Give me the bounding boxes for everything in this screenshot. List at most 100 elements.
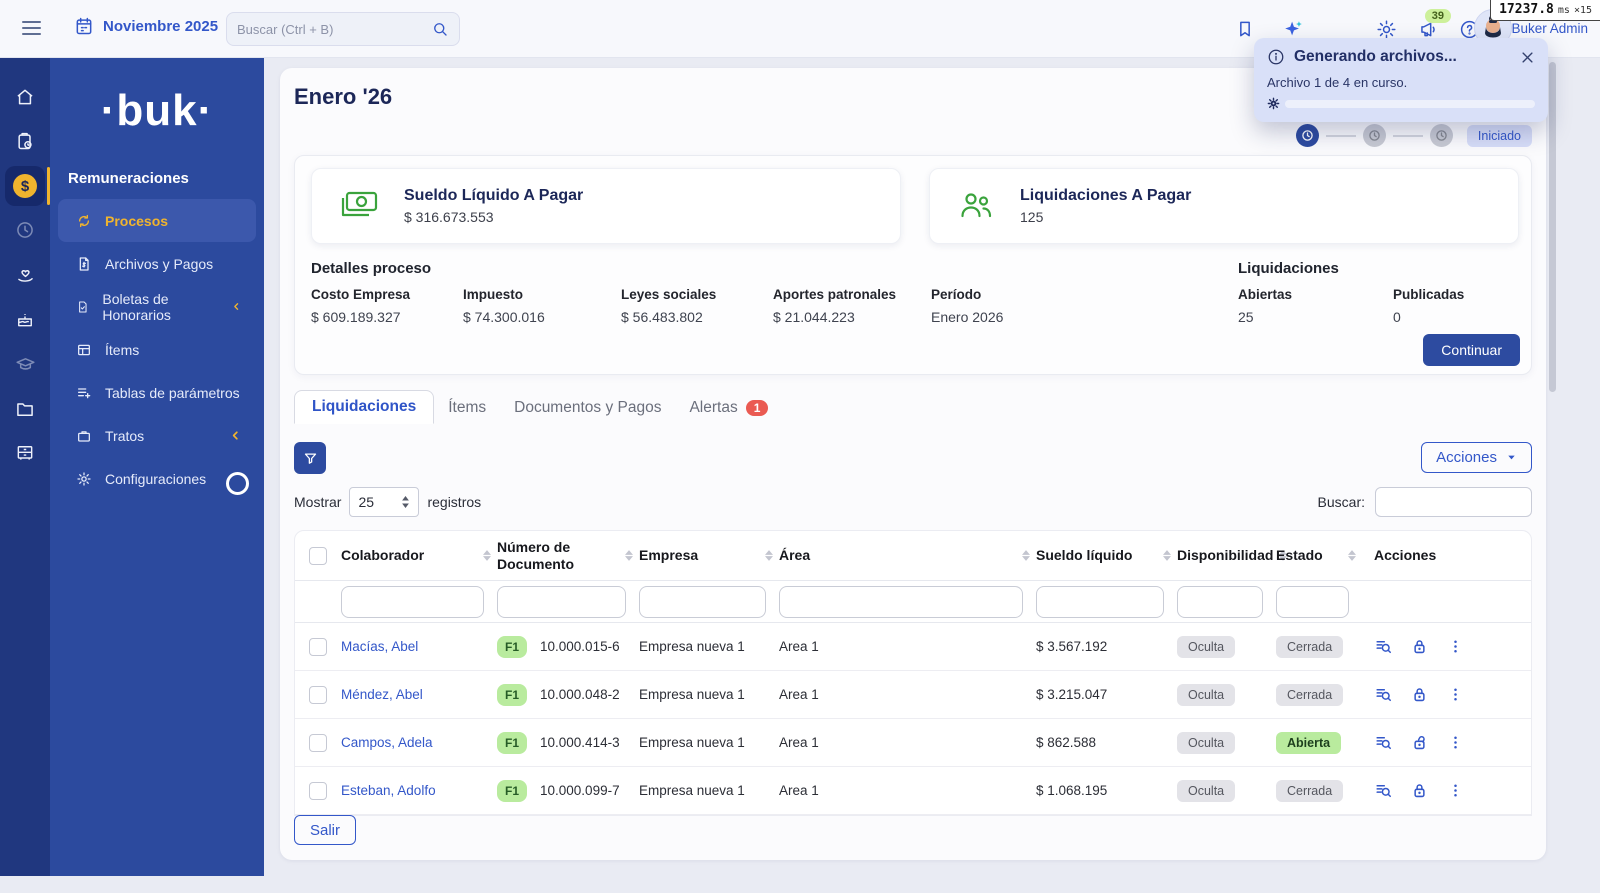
view-details-icon[interactable] [1374, 685, 1393, 704]
kebab-menu-icon[interactable] [1446, 637, 1465, 656]
remunerations-dollar-icon[interactable]: $ [5, 166, 45, 206]
organization-cabinet-icon[interactable] [5, 433, 45, 473]
sidebar-item-label: Tratos [105, 427, 145, 444]
collaborator-link[interactable]: Campos, Adela [341, 735, 433, 750]
kebab-menu-icon[interactable] [1446, 685, 1465, 704]
time-clock-icon[interactable] [5, 210, 45, 250]
global-search[interactable] [226, 12, 460, 46]
col-area[interactable]: Área [779, 547, 1036, 563]
sort-icon[interactable] [1348, 550, 1356, 561]
sidebar-item-items[interactable]: Ítems [58, 328, 256, 371]
col-sueldo-liquido[interactable]: Sueldo líquido [1036, 547, 1177, 563]
continue-button[interactable]: Continuar [1423, 334, 1520, 366]
company-tag: F1 [497, 683, 528, 706]
tab-items[interactable]: Ítems [434, 392, 500, 424]
collaborator-link[interactable]: Macías, Abel [341, 639, 418, 654]
document-number: 10.000.414-3 [540, 735, 620, 750]
records-label: registros [427, 494, 482, 510]
tab-liquidaciones[interactable]: Liquidaciones [294, 390, 435, 424]
filter-estado-input[interactable] [1276, 585, 1349, 618]
filter-area-input[interactable] [779, 585, 1023, 618]
user-name[interactable]: Buker Admin [1511, 21, 1588, 36]
sidebar-item-label: Ítems [105, 341, 140, 358]
settings-gear-icon[interactable] [1376, 19, 1397, 40]
sidebar-item-procesos[interactable]: Procesos [58, 199, 256, 242]
announcements-icon[interactable]: 39 [1418, 8, 1451, 40]
visibility-badge: Oculta [1177, 779, 1236, 802]
lock-icon[interactable] [1410, 685, 1429, 704]
lock-icon[interactable] [1410, 781, 1429, 800]
filter-empresa-input[interactable] [639, 585, 766, 618]
filter-documento-input[interactable] [497, 585, 626, 618]
select-all-checkbox[interactable] [309, 546, 327, 565]
schedule-clipboard-icon[interactable] [5, 121, 45, 161]
sort-icon[interactable] [625, 550, 633, 561]
filter-disponibilidad-input[interactable] [1177, 585, 1263, 618]
sparkle-ai-icon[interactable] [1282, 18, 1304, 40]
benefits-hand-heart-icon[interactable] [5, 255, 45, 295]
sort-icon[interactable] [1163, 550, 1171, 561]
page-title: Enero '26 [294, 84, 393, 109]
lock-icon[interactable] [1410, 637, 1429, 656]
chevron-left-icon [232, 431, 238, 440]
sidebar-item-label: Tablas de parámetros [105, 384, 240, 401]
col-disponibilidad[interactable]: Disponibilidad [1177, 547, 1288, 563]
bookmark-icon[interactable] [1235, 19, 1255, 39]
filter-colaborador-input[interactable] [341, 585, 484, 618]
area-cell: Area 1 [779, 687, 819, 702]
collaborator-link[interactable]: Méndez, Abel [341, 687, 423, 702]
people-icon [961, 193, 992, 218]
sort-icon[interactable] [765, 550, 773, 561]
company-tag: F1 [497, 731, 528, 754]
calendar-icon [76, 17, 92, 35]
document-number: 10.000.099-7 [540, 783, 620, 798]
lock-icon[interactable] [1410, 733, 1429, 752]
sort-icon[interactable] [1022, 550, 1030, 561]
tab-documentos-y-pagos[interactable]: Documentos y Pagos [500, 392, 675, 424]
step-3-clock-icon[interactable] [1429, 124, 1453, 147]
step-2-clock-icon[interactable] [1362, 124, 1386, 147]
company-tag: F1 [497, 635, 528, 658]
period-selector[interactable]: Noviembre 2025 [74, 16, 218, 36]
sidebar-item-boletas-de-honorarios[interactable]: Boletas de Honorarios [58, 285, 256, 328]
page-size-select[interactable]: 25 [349, 487, 420, 517]
sidebar-item-label: Archivos y Pagos [105, 255, 214, 272]
col-colaborador[interactable]: Colaborador [341, 547, 497, 563]
menu-icon[interactable] [22, 21, 41, 39]
filter-button[interactable] [294, 442, 326, 474]
sidebar-item-tablas-de-parametros[interactable]: Tablas de parámetros [58, 371, 256, 414]
kebab-menu-icon[interactable] [1446, 781, 1465, 800]
col-numero-documento[interactable]: Número de Documento [497, 539, 639, 572]
search-icon[interactable] [431, 20, 449, 38]
col-estado[interactable]: Estado [1276, 547, 1362, 563]
collaborator-link[interactable]: Esteban, Adolfo [341, 783, 436, 798]
exit-button[interactable]: Salir [294, 815, 357, 845]
sidebar-item-tratos[interactable]: Tratos [58, 414, 256, 457]
row-checkbox[interactable] [309, 685, 327, 704]
home-icon[interactable] [5, 77, 45, 117]
scrollbar-thumb[interactable] [1549, 62, 1556, 392]
table-search-input[interactable] [1375, 487, 1532, 517]
sidebar-item-label: Procesos [105, 212, 169, 229]
kebab-menu-icon[interactable] [1446, 733, 1465, 752]
filter-sueldo-input[interactable] [1036, 585, 1164, 618]
search-input[interactable] [237, 21, 431, 37]
view-details-icon[interactable] [1374, 781, 1393, 800]
step-1-clock-icon[interactable] [1295, 124, 1319, 147]
culture-cake-icon[interactable] [5, 299, 45, 339]
documents-folder-icon[interactable] [5, 389, 45, 429]
loading-spinner [226, 472, 249, 495]
tab-alertas[interactable]: Alertas 1 [675, 392, 782, 424]
row-checkbox[interactable] [309, 781, 327, 800]
row-checkbox[interactable] [309, 637, 327, 656]
sort-icon[interactable] [483, 550, 491, 561]
sidebar-item-label: Configuraciones [105, 470, 207, 487]
sidebar-item-archivos-y-pagos[interactable]: Archivos y Pagos [58, 242, 256, 285]
training-graduation-icon[interactable] [5, 344, 45, 384]
close-icon[interactable] [1520, 50, 1535, 65]
col-empresa[interactable]: Empresa [639, 547, 779, 563]
actions-dropdown-button[interactable]: Acciones [1421, 442, 1532, 473]
view-details-icon[interactable] [1374, 637, 1393, 656]
view-details-icon[interactable] [1374, 733, 1393, 752]
row-checkbox[interactable] [309, 733, 327, 752]
